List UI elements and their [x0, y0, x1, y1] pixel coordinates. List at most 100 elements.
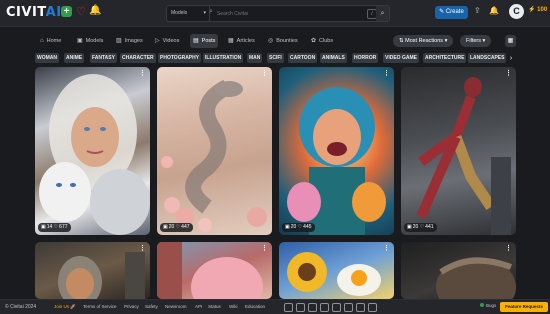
nav-home[interactable]: ⌂ Home: [40, 34, 61, 48]
bounties-icon: ◎: [268, 38, 274, 44]
buzz-balance[interactable]: ⚡ 100: [528, 6, 547, 13]
buzz-count: 100: [537, 7, 548, 13]
footer-link-terms[interactable]: Terms of Service: [83, 300, 117, 314]
tag-fantasy[interactable]: FANTASY: [90, 53, 117, 63]
tag-man[interactable]: MAN: [247, 53, 263, 63]
footer-link-status[interactable]: Status: [208, 300, 221, 314]
feature-requests-button[interactable]: Feature Requests: [500, 302, 548, 312]
tag-landscapes[interactable]: LANDSCAPES: [468, 53, 507, 63]
post-card[interactable]: ⋮: [157, 242, 272, 299]
post-card[interactable]: ⋮: [279, 242, 394, 299]
heart-icon[interactable]: ♡: [76, 5, 86, 18]
filters-button[interactable]: Filters ▾: [460, 35, 492, 47]
avatar[interactable]: C: [509, 4, 524, 19]
bugs-link[interactable]: Bugs: [480, 303, 496, 308]
footer-link-education[interactable]: Education: [245, 300, 265, 314]
footer-link-join[interactable]: Join Us 🚀: [54, 300, 76, 314]
chevron-down-icon: ▾: [203, 10, 206, 16]
tiktok-icon[interactable]: [332, 303, 341, 312]
nav-label: Bounties: [276, 38, 298, 44]
search-type-select[interactable]: Models ▾: [167, 6, 210, 21]
nav-videos[interactable]: ▷ Videos: [155, 34, 179, 48]
post-image-woman-in-fur: [39, 74, 150, 235]
post-image-hair-portrait: [436, 257, 516, 299]
more-options-icon[interactable]: ⋮: [139, 69, 146, 77]
avatar-letter: C: [513, 6, 520, 16]
footer-link-privacy[interactable]: Privacy: [124, 300, 139, 314]
images-icon: ▣: [41, 224, 46, 230]
tag-photography[interactable]: PHOTOGRAPHY: [158, 53, 202, 63]
more-options-icon[interactable]: ⋮: [505, 69, 512, 77]
more-options-icon[interactable]: ⋮: [139, 244, 146, 252]
footer-link-safety[interactable]: Safety: [145, 300, 158, 314]
search-submit-icon[interactable]: ⌕: [376, 6, 389, 21]
post-image-armored-warrior: [416, 77, 511, 235]
footer-link-wiki[interactable]: Wiki: [229, 300, 238, 314]
tag-animals[interactable]: ANIMALS: [320, 53, 347, 63]
post-card[interactable]: ⋮: [35, 242, 150, 299]
more-options-icon[interactable]: ⋮: [505, 244, 512, 252]
nav-label: Videos: [162, 38, 180, 44]
post-image-sunflower-egg: [287, 252, 381, 296]
footer-link-newsroom[interactable]: Newsroom: [165, 300, 187, 314]
search-icon: ⌕: [209, 8, 213, 15]
footer-link-api[interactable]: API: [195, 300, 202, 314]
tag-cartoon[interactable]: CARTOON: [288, 53, 318, 63]
logo-accent-text: AI: [45, 5, 62, 20]
more-options-icon[interactable]: ⋮: [383, 244, 390, 252]
twitter-icon[interactable]: [296, 303, 305, 312]
bell-icon[interactable]: 🔔: [89, 5, 101, 16]
post-card[interactable]: ⋮ ▣20 ♡441: [401, 67, 516, 235]
tag-video-game[interactable]: VIDEO GAME: [383, 53, 419, 63]
twitch-icon[interactable]: [368, 303, 377, 312]
tag-anime[interactable]: ANIME: [64, 53, 85, 63]
layout-toggle-icon[interactable]: ▦: [505, 35, 516, 47]
tag-character[interactable]: CHARACTER: [120, 53, 156, 63]
nav-label: Posts: [201, 38, 216, 44]
more-options-icon[interactable]: ⋮: [261, 244, 268, 252]
tag-scifi[interactable]: SCIFI: [267, 53, 284, 63]
post-card[interactable]: ⋮: [401, 242, 516, 299]
create-button[interactable]: ✎ Create: [435, 6, 468, 19]
youtube-icon[interactable]: [308, 303, 317, 312]
search-group: Models▾ ⌕ / ⌕: [166, 5, 390, 22]
tag-filter-bar: WOMAN ANIME FANTASY CHARACTER PHOTOGRAPH…: [0, 53, 550, 64]
nav-models[interactable]: ▣ Models: [77, 34, 103, 48]
nav-posts[interactable]: ▤ Posts: [190, 34, 219, 48]
videos-icon: ▷: [155, 38, 160, 44]
tag-horror[interactable]: HORROR: [352, 53, 379, 63]
upload-icon[interactable]: ⇪: [474, 6, 481, 15]
civitai-logo[interactable]: CIVITAI: [6, 5, 62, 20]
post-image-astronaut: [58, 252, 145, 299]
top-bar: CIVITAI + ♡ 🔔 Models▾ ⌕ / ⌕ ✎ Create ⇪ 🔔…: [0, 0, 550, 27]
reddit-icon[interactable]: [344, 303, 353, 312]
more-options-icon[interactable]: ⋮: [383, 69, 390, 77]
nav-bounties[interactable]: ◎ Bounties: [268, 34, 298, 48]
post-stats: ▣20 ♡441: [404, 223, 437, 232]
post-card[interactable]: ⋮ ▣20 ♡447: [157, 67, 272, 235]
create-button-label: Create: [445, 9, 464, 15]
like-count: 447: [181, 224, 190, 230]
nav-articles[interactable]: ▦ Articles: [228, 34, 255, 48]
nav-images[interactable]: ▨ Images: [116, 34, 143, 48]
github-icon[interactable]: [356, 303, 365, 312]
discord-icon[interactable]: [284, 303, 293, 312]
search-input[interactable]: [215, 8, 359, 20]
more-options-icon[interactable]: ⋮: [261, 69, 268, 77]
sort-dropdown[interactable]: ⇅ Most Reactions ▾: [393, 35, 454, 47]
post-image-dragon: [161, 79, 267, 232]
tag-illustration[interactable]: ILLUSTRATION: [203, 53, 244, 63]
notification-bell-icon[interactable]: 🔔: [489, 6, 499, 15]
post-card[interactable]: ⋮ ▣20 ♡445: [279, 67, 394, 235]
footer: © Civitai 2024 Join Us 🚀 Terms of Servic…: [0, 299, 550, 314]
post-card[interactable]: ⋮ ▣14 ♡677: [35, 67, 150, 235]
tag-woman[interactable]: WOMAN: [35, 53, 59, 63]
instagram-icon[interactable]: [320, 303, 329, 312]
nav-clubs[interactable]: ✿ Clubs: [311, 34, 333, 48]
post-image-anime-girl: [157, 242, 263, 299]
chevron-right-icon[interactable]: ›: [506, 53, 516, 64]
articles-icon: ▦: [228, 38, 234, 44]
tag-architecture[interactable]: ARCHITECTURE: [423, 53, 467, 63]
upload-plus-icon[interactable]: +: [61, 6, 72, 17]
nav-label: Images: [124, 38, 143, 44]
